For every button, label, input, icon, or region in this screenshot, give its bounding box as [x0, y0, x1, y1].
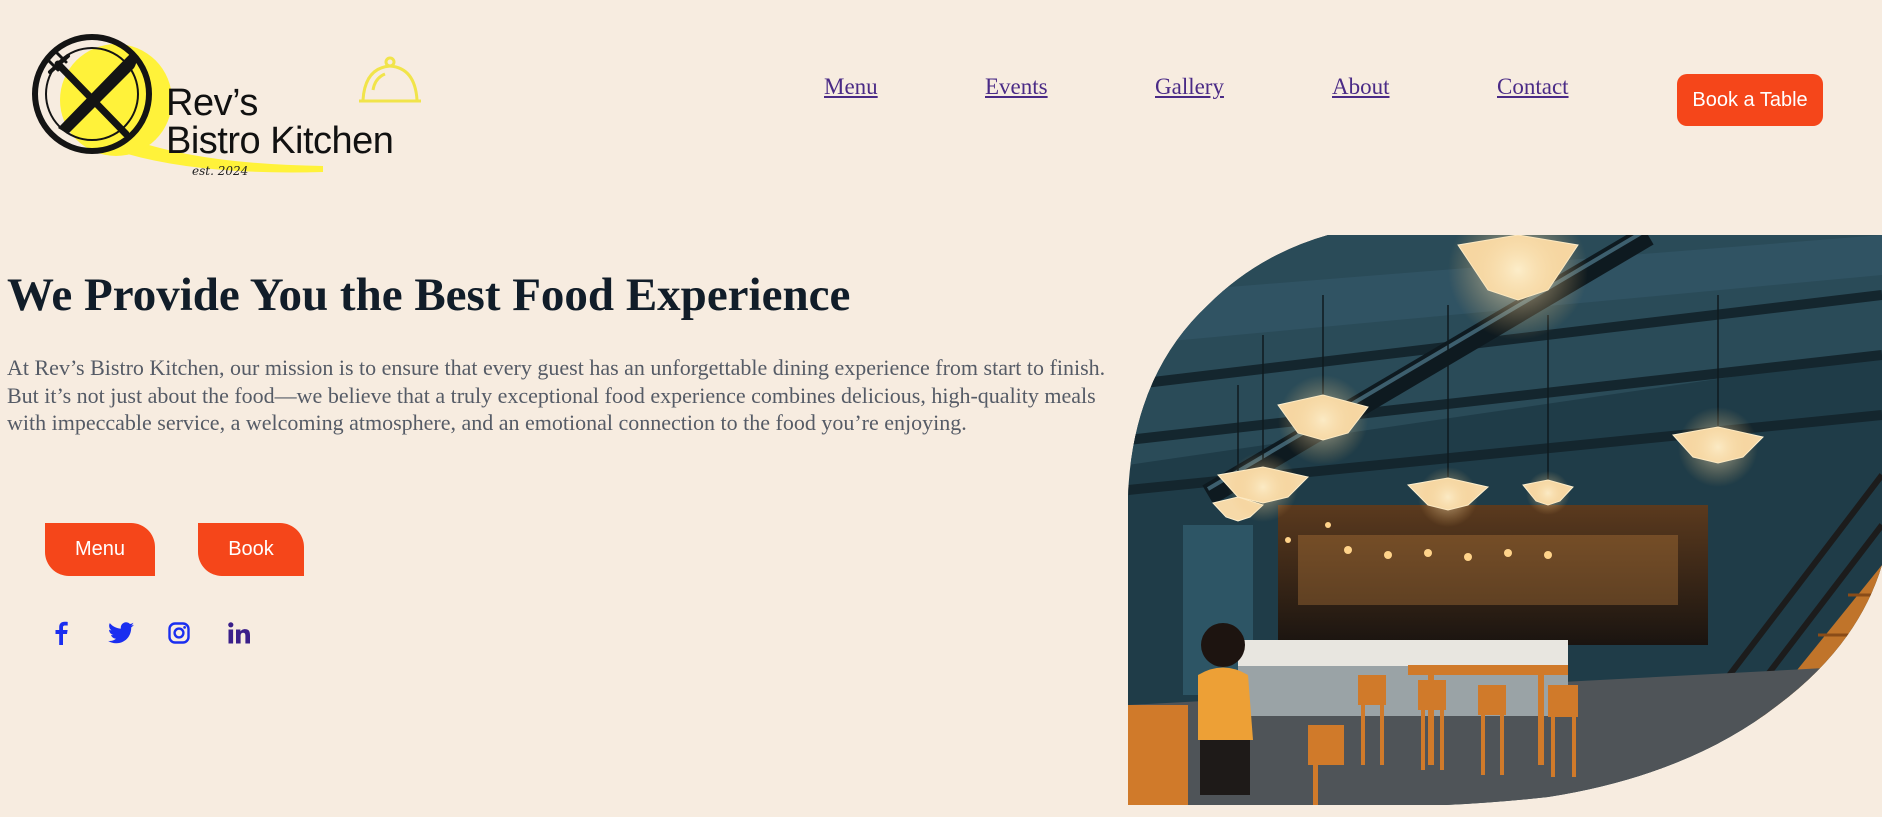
hero-menu-button[interactable]: Menu [45, 523, 155, 576]
linkedin-icon[interactable] [226, 618, 252, 648]
hero-book-button[interactable]: Book [198, 523, 304, 576]
instagram-icon[interactable] [166, 618, 192, 648]
brand-established: est. 2024 [192, 164, 249, 178]
brand-name-line2: Bistro Kitchen [166, 120, 394, 162]
hero-description: At Rev’s Bistro Kitchen, our mission is … [7, 355, 1106, 435]
brand-name-line1: Rev’s [166, 82, 258, 124]
twitter-icon[interactable] [108, 618, 134, 648]
hero-title: We Provide You the Best Food Experience [7, 269, 851, 321]
book-a-table-button[interactable]: Book a Table [1677, 74, 1823, 126]
brand-name: Rev’s Bistro Kitchen [166, 82, 394, 162]
hero-restaurant-image [1128, 235, 1882, 805]
nav-link-events[interactable]: Events [985, 74, 1048, 100]
nav-link-gallery[interactable]: Gallery [1155, 74, 1224, 100]
nav-link-contact[interactable]: Contact [1497, 74, 1569, 100]
nav-link-about[interactable]: About [1332, 74, 1390, 100]
brand-logo[interactable]: Rev’s Bistro Kitchen est. 2024 [28, 26, 438, 186]
nav-link-menu[interactable]: Menu [824, 74, 878, 100]
facebook-icon[interactable] [48, 618, 74, 648]
